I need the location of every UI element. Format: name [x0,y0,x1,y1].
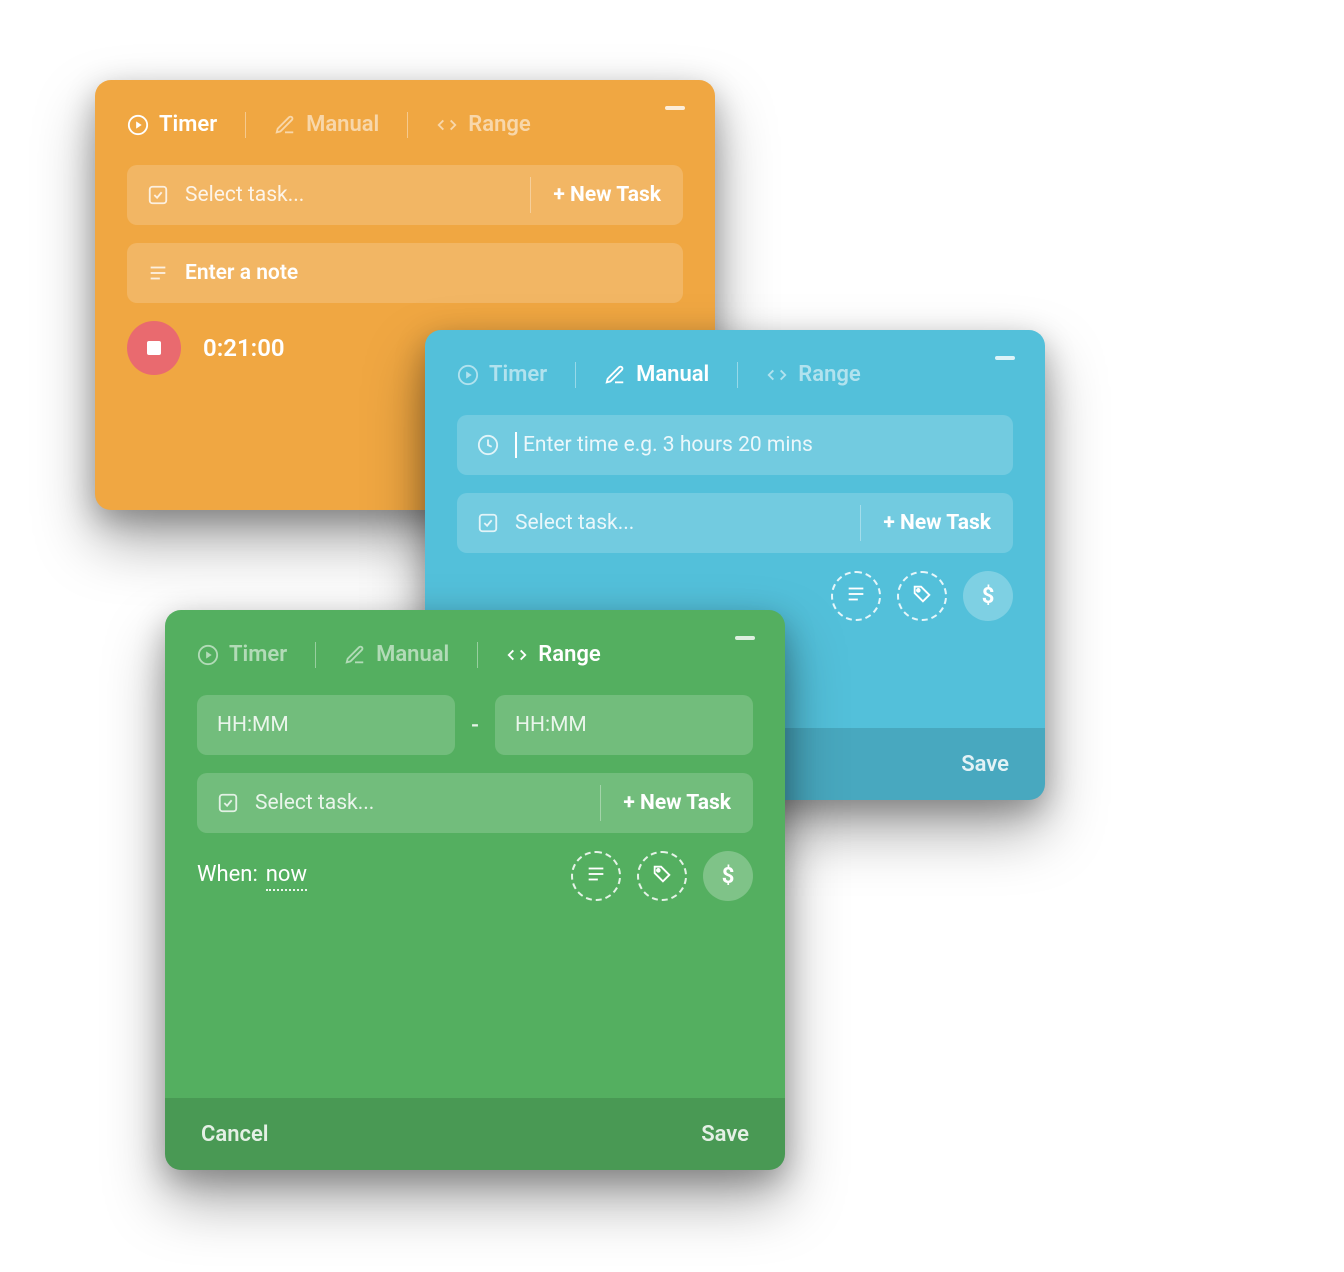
end-time-field[interactable]: HH:MM [495,695,753,755]
save-button[interactable]: Save [701,1122,749,1147]
select-task-field[interactable]: Select task... + New Task [127,165,683,225]
tab-separator [245,112,246,138]
billable-button[interactable]: $ [703,851,753,901]
icon-actions: $ [831,571,1013,621]
dollar-icon: $ [982,584,995,609]
note-button[interactable] [571,851,621,901]
meta-row: When: now $ [197,851,753,901]
start-time-placeholder: HH:MM [217,713,435,737]
select-task-placeholder: Select task... [185,183,530,207]
tab-separator [575,362,576,388]
tab-manual-label: Manual [636,362,709,387]
tab-separator [737,362,738,388]
tag-button[interactable] [637,851,687,901]
tab-manual-label: Manual [376,642,449,667]
select-task-field[interactable]: Select task... + New Task [197,773,753,833]
clock-icon [477,434,499,456]
note-lines-icon [147,262,169,284]
tab-timer[interactable]: Timer [197,638,287,671]
tab-timer-label: Timer [159,112,217,137]
note-lines-icon [845,583,867,609]
icon-actions: $ [571,851,753,901]
tab-range[interactable]: Range [766,358,860,391]
tab-separator [315,642,316,668]
minimize-button[interactable] [995,356,1015,360]
tab-range[interactable]: Range [506,638,600,671]
new-task-button[interactable]: + New Task [531,183,683,207]
tab-manual[interactable]: Manual [604,358,709,391]
task-check-icon [147,184,169,206]
play-circle-icon [127,114,149,136]
when-label: When: [197,862,258,887]
save-button[interactable]: Save [961,752,1009,777]
elapsed-time: 0:21:00 [203,334,285,362]
play-circle-icon [457,364,479,386]
when-value[interactable]: now [266,862,307,891]
tab-range-label: Range [798,362,860,387]
range-card: Timer Manual Range HH:MM - [165,610,785,1170]
when-selector: When: now [197,862,307,891]
end-time-placeholder: HH:MM [515,713,733,737]
select-task-placeholder: Select task... [515,511,860,535]
time-range-row: HH:MM - HH:MM [197,695,753,755]
stop-button[interactable] [127,321,181,375]
minimize-button[interactable] [665,106,685,110]
range-icon [766,364,788,386]
tab-manual[interactable]: Manual [274,108,379,141]
new-task-button[interactable]: + New Task [861,511,1013,535]
tab-bar: Timer Manual Range [127,108,683,141]
tab-range-label: Range [468,112,530,137]
minimize-button[interactable] [735,636,755,640]
dollar-icon: $ [722,864,735,889]
time-input-field[interactable]: Enter time e.g. 3 hours 20 mins [457,415,1013,475]
note-field[interactable]: Enter a note [127,243,683,303]
text-cursor-icon [515,432,517,458]
range-icon [506,644,528,666]
start-time-field[interactable]: HH:MM [197,695,455,755]
tag-icon [651,863,673,889]
billable-button[interactable]: $ [963,571,1013,621]
edit-icon [274,114,296,136]
edit-icon [344,644,366,666]
edit-icon [604,364,626,386]
tab-timer[interactable]: Timer [127,108,217,141]
range-dash: - [471,713,479,738]
tag-icon [911,583,933,609]
stop-icon [147,341,161,355]
tab-separator [407,112,408,138]
card-footer: Cancel Save [165,1098,785,1170]
task-check-icon [477,512,499,534]
tab-manual[interactable]: Manual [344,638,449,671]
tab-timer-label: Timer [489,362,547,387]
note-lines-icon [585,863,607,889]
time-input-placeholder: Enter time e.g. 3 hours 20 mins [523,433,993,457]
note-button[interactable] [831,571,881,621]
tab-separator [477,642,478,668]
select-task-placeholder: Select task... [255,791,600,815]
new-task-button[interactable]: + New Task [601,791,753,815]
task-check-icon [217,792,239,814]
select-task-field[interactable]: Select task... + New Task [457,493,1013,553]
tab-bar: Timer Manual Range [197,638,753,671]
play-circle-icon [197,644,219,666]
tab-range[interactable]: Range [436,108,530,141]
note-placeholder: Enter a note [185,261,663,285]
cancel-button[interactable]: Cancel [201,1122,269,1147]
range-icon [436,114,458,136]
tab-range-label: Range [538,642,600,667]
tab-timer[interactable]: Timer [457,358,547,391]
tab-manual-label: Manual [306,112,379,137]
tab-bar: Timer Manual Range [457,358,1013,391]
tab-timer-label: Timer [229,642,287,667]
tag-button[interactable] [897,571,947,621]
